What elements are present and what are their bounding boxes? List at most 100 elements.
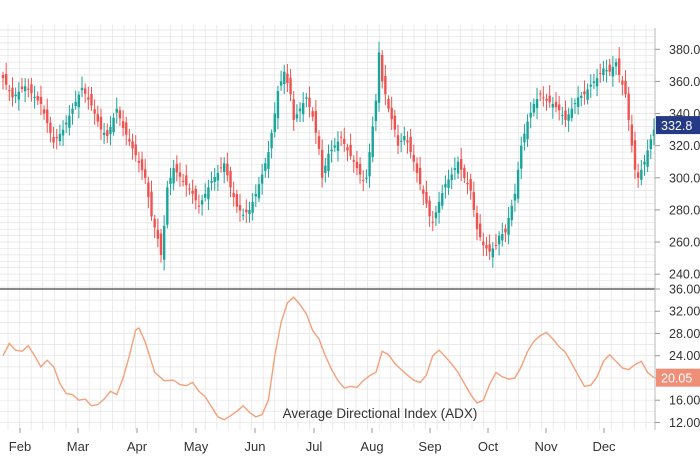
candle-body <box>422 189 425 194</box>
candle-body <box>251 201 254 213</box>
month-tick-label: May <box>184 439 209 454</box>
candle-body <box>580 95 583 98</box>
candle-body <box>463 167 466 178</box>
candle-body <box>11 87 14 98</box>
candle-body <box>137 160 141 163</box>
adx-last-value-badge-text: 20.05 <box>661 372 692 386</box>
candle-body <box>551 103 555 108</box>
candle-body <box>403 136 406 141</box>
candle-body <box>630 124 634 146</box>
candle-body <box>267 152 270 169</box>
candle-body <box>175 163 178 173</box>
month-tick-label: Jul <box>306 439 323 454</box>
candle-body <box>150 191 153 217</box>
month-tick-label: Feb <box>9 439 31 454</box>
candle-body <box>248 209 251 215</box>
candle-body <box>333 145 336 148</box>
candle-body <box>194 188 197 201</box>
candle-body <box>223 163 226 173</box>
candle-body <box>643 161 646 165</box>
candle-body <box>399 140 403 142</box>
candle-body <box>589 84 592 87</box>
candle-body <box>339 136 343 138</box>
candle-body <box>393 115 397 130</box>
price-tick-label: 380.0 <box>669 43 700 57</box>
candle-body <box>539 93 542 95</box>
candle-body <box>542 97 545 99</box>
candle-body <box>270 132 273 149</box>
candle-body <box>20 86 24 90</box>
candle-body <box>226 163 229 176</box>
candle-body <box>412 155 415 162</box>
candle-body <box>352 160 355 162</box>
candle-body <box>475 212 479 230</box>
candle-body <box>621 80 624 85</box>
candle-body <box>283 71 286 85</box>
candle-body <box>279 81 283 86</box>
candle-body <box>618 58 621 75</box>
month-tick-label: Sep <box>418 439 441 454</box>
month-tick-label: Mar <box>67 439 90 454</box>
candle-body <box>387 98 390 109</box>
adx-tick-label: 28.00 <box>669 327 700 341</box>
candle-body <box>241 214 245 216</box>
candle-body <box>121 121 125 128</box>
candle-body <box>535 99 539 109</box>
candle-body <box>327 153 330 172</box>
chart-canvas: 240.0260.0280.0300.0320.0340.0360.0380.0… <box>0 0 700 476</box>
candle-body <box>374 100 378 122</box>
candle-body <box>156 229 160 239</box>
candle-body <box>516 169 520 199</box>
candle-body <box>200 200 204 205</box>
candle-body <box>80 87 84 91</box>
candle-body <box>169 177 172 185</box>
candle-body <box>257 184 261 199</box>
candle-body <box>557 104 561 111</box>
candle-body <box>286 73 289 84</box>
candle-body <box>415 163 419 173</box>
candle-body <box>504 228 507 233</box>
candle-body <box>115 108 118 113</box>
candle-body <box>548 95 551 103</box>
candle-body <box>472 192 476 210</box>
candle-body <box>529 112 532 118</box>
price-tick-label: 320.0 <box>669 139 700 153</box>
candle-body <box>368 152 371 177</box>
candle-body <box>131 141 134 149</box>
candle-body <box>384 75 387 95</box>
candle-body <box>314 111 318 133</box>
candle-body <box>96 114 99 122</box>
candle-body <box>33 96 36 99</box>
candle-body <box>573 103 577 105</box>
candle-body <box>23 86 27 92</box>
candle-body <box>583 91 586 95</box>
price-tick-label: 240.0 <box>669 268 700 282</box>
candle-body <box>633 140 637 170</box>
candle-body <box>1 74 5 79</box>
month-tick-label: Aug <box>360 439 383 454</box>
candle-body <box>453 168 457 170</box>
candle-body <box>298 108 302 112</box>
month-tick-label: Apr <box>127 439 148 454</box>
candle-body <box>191 190 194 194</box>
candle-body <box>624 80 627 95</box>
candle-body <box>90 93 93 106</box>
candle-body <box>592 81 596 83</box>
candle-body <box>112 117 115 133</box>
candle-body <box>381 54 384 82</box>
candle-body <box>507 217 510 235</box>
candle-body <box>140 159 144 171</box>
candle-body <box>510 205 513 221</box>
candle-body <box>567 114 570 121</box>
candle-body <box>406 140 409 143</box>
candle-body <box>450 174 453 181</box>
candle-body <box>238 205 242 211</box>
candle-body <box>317 136 321 149</box>
candle-body <box>74 101 77 106</box>
candle-body <box>39 96 43 104</box>
candle-body <box>83 88 87 94</box>
adx-tick-label: 12.00 <box>669 416 700 430</box>
candle-body <box>371 126 374 158</box>
candle-body <box>561 115 564 117</box>
month-tick-label: Nov <box>534 439 558 454</box>
